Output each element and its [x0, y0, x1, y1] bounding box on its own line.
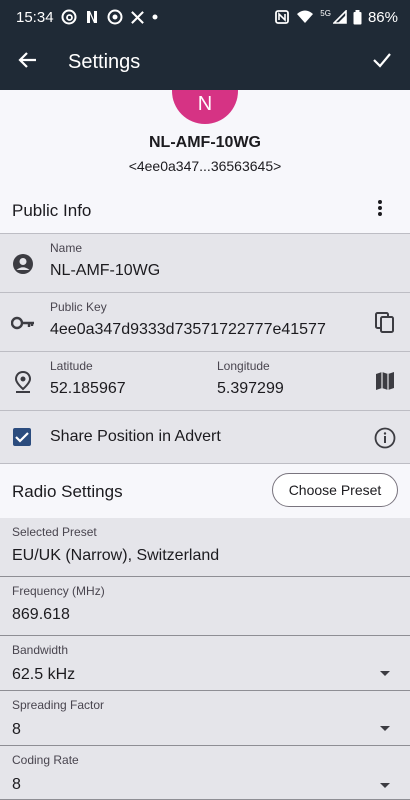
frequency-value: 869.618 [12, 606, 70, 623]
dropdown-arrow-icon [372, 660, 398, 686]
network-type: 5G [320, 8, 331, 18]
info-button[interactable] [372, 425, 398, 451]
public-info-header: Public Info [0, 188, 410, 233]
status-time: 15:34 [16, 8, 54, 26]
battery-icon [353, 9, 362, 25]
longitude-value[interactable]: 5.397299 [217, 380, 284, 398]
map-icon [376, 372, 394, 390]
chrome-icon [107, 9, 123, 25]
radio-settings-header: Radio Settings Choose Preset [0, 465, 410, 518]
public-key-value: 4ee0a347d9333d73571722777e41577 [50, 321, 326, 338]
more-options-button[interactable] [370, 196, 390, 224]
avatar-initial: N [197, 92, 213, 115]
key-icon [10, 310, 36, 336]
avatar: N [172, 90, 238, 124]
netflix-icon [84, 9, 100, 25]
signal-icon [332, 10, 347, 24]
latitude-label: Latitude [50, 359, 93, 373]
nfc-icon [274, 9, 290, 25]
bandwidth-label: Bandwidth [12, 643, 69, 657]
public-key-label: Public Key [50, 300, 107, 314]
app-bar: Settings [0, 34, 410, 90]
share-position-label: Share Position in Advert [50, 428, 221, 445]
dropdown-arrow-icon [372, 772, 398, 798]
longitude-label: Longitude [217, 359, 270, 373]
info-icon [374, 427, 396, 449]
section-title: Radio Settings [12, 481, 123, 501]
bandwidth-value: 62.5 kHz [12, 666, 76, 683]
name-label: Name [50, 241, 83, 255]
selected-preset-field[interactable]: Selected Preset EU/UK (Narrow), Switzerl… [0, 518, 410, 577]
more-vert-icon [377, 199, 383, 222]
status-bar: 15:34 5G 86% [0, 0, 410, 34]
spreading-factor-dropdown[interactable]: Spreading Factor 8 [0, 691, 410, 746]
node-name: NL-AMF-10WG [149, 134, 261, 151]
latitude-value[interactable]: 52.185967 [50, 380, 126, 398]
dropdown-arrow-icon [372, 715, 398, 741]
profile-header: N NL-AMF-10WG <4ee0a347...36563645> [0, 90, 410, 188]
choose-preset-label: Choose Preset [288, 482, 382, 498]
location-field: Latitude 52.185967 Longitude 5.397299 [0, 351, 410, 410]
share-position-row[interactable]: Share Position in Advert [0, 410, 410, 464]
coding-rate-value: 8 [12, 776, 21, 793]
selected-preset-label: Selected Preset [12, 525, 97, 539]
save-button[interactable] [356, 34, 408, 90]
selected-preset-value: EU/UK (Narrow), Switzerland [12, 547, 220, 564]
choose-preset-button[interactable]: Choose Preset [272, 473, 398, 507]
public-key-field[interactable]: Public Key 4ee0a347d9333d73571722777e415… [0, 292, 410, 351]
coding-rate-dropdown[interactable]: Coding Rate 8 [0, 746, 410, 800]
spreading-factor-value: 8 [12, 721, 21, 738]
map-button[interactable] [372, 368, 398, 394]
threads-icon [61, 9, 77, 25]
page-title: Settings [68, 50, 141, 73]
frequency-label: Frequency (MHz) [12, 584, 105, 598]
back-button[interactable] [2, 34, 54, 90]
wifi-icon [296, 9, 314, 25]
share-position-checkbox[interactable] [13, 428, 31, 446]
coding-rate-label: Coding Rate [12, 753, 79, 767]
name-field[interactable]: Name NL-AMF-10WG [0, 233, 410, 292]
node-key-short: <4ee0a347...36563645> [128, 158, 282, 174]
spreading-factor-label: Spreading Factor [12, 698, 105, 712]
account-circle-icon [10, 251, 36, 277]
section-title: Public Info [12, 200, 92, 220]
arrow-back-icon [18, 50, 38, 75]
check-icon [372, 50, 392, 75]
notification-dot-icon [152, 14, 158, 20]
name-value: NL-AMF-10WG [50, 262, 161, 279]
location-pin-icon [10, 369, 36, 395]
battery-percent: 86% [367, 8, 398, 26]
bandwidth-dropdown[interactable]: Bandwidth 62.5 kHz [0, 636, 410, 691]
frequency-field[interactable]: Frequency (MHz) 869.618 [0, 577, 410, 636]
checkmark-icon [15, 432, 29, 443]
copy-button[interactable] [372, 310, 398, 336]
copy-icon [375, 312, 394, 333]
x-icon [130, 10, 145, 25]
